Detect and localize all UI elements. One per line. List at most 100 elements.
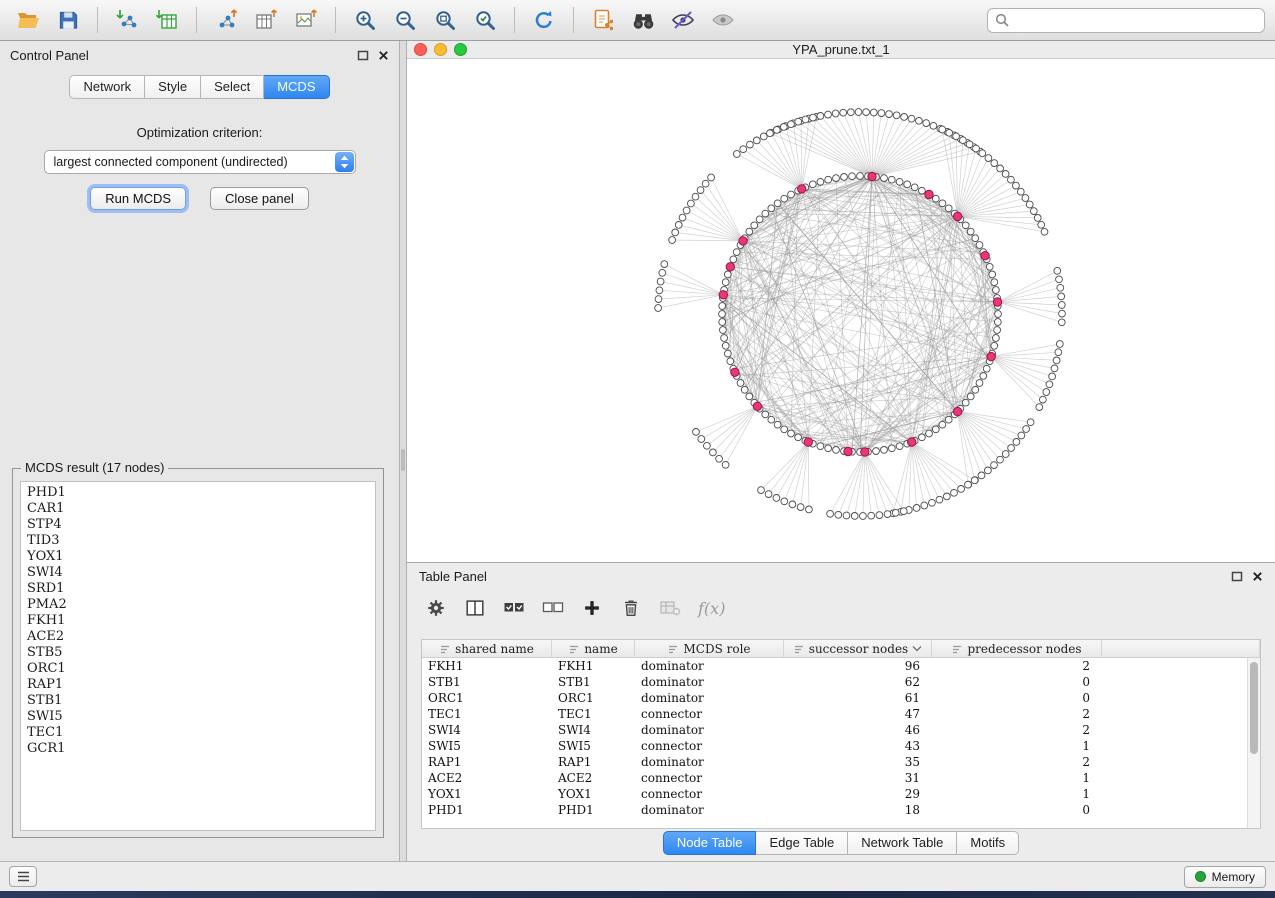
show-columns-button[interactable] (460, 593, 490, 623)
cell-successor-nodes[interactable]: 62 (784, 674, 932, 690)
cell-mcds-role[interactable]: dominator (635, 722, 784, 738)
cell-shared-name[interactable]: FKH1 (422, 658, 552, 674)
cell-mcds-role[interactable]: connector (635, 738, 784, 754)
table-scrollbar[interactable] (1247, 658, 1260, 828)
tab-edge-table[interactable]: Edge Table (756, 831, 848, 855)
zoom-out-button[interactable] (387, 4, 423, 36)
mcds-result-item[interactable]: SWI4 (27, 565, 369, 581)
tab-network-table[interactable]: Network Table (848, 831, 957, 855)
mcds-result-item[interactable]: TEC1 (27, 725, 369, 741)
cell-predecessor-nodes[interactable]: 0 (932, 674, 1102, 690)
show-all-button[interactable] (705, 4, 741, 36)
column-header-predecessor-nodes[interactable]: predecessor nodes (932, 640, 1102, 657)
mcds-result-item[interactable]: PMA2 (27, 597, 369, 613)
memory-button[interactable]: Memory (1184, 866, 1266, 888)
table-row[interactable]: PHD1 PHD1 dominator 18 0 (422, 802, 1260, 818)
mcds-result-item[interactable]: TID3 (27, 533, 369, 549)
network-canvas[interactable] (407, 59, 1275, 562)
tab-mcds[interactable]: MCDS (264, 75, 329, 99)
zoom-in-button[interactable] (347, 4, 383, 36)
tab-network[interactable]: Network (69, 75, 145, 99)
cell-successor-nodes[interactable]: 29 (784, 786, 932, 802)
delete-column-button[interactable] (616, 593, 646, 623)
window-zoom-icon[interactable] (454, 43, 467, 56)
cell-successor-nodes[interactable]: 96 (784, 658, 932, 674)
column-header-name[interactable]: name (552, 640, 635, 657)
mcds-result-item[interactable]: FKH1 (27, 613, 369, 629)
cell-successor-nodes[interactable]: 35 (784, 754, 932, 770)
mcds-result-item[interactable]: RAP1 (27, 677, 369, 693)
table-row[interactable]: YOX1 YOX1 connector 29 1 (422, 786, 1260, 802)
mcds-result-item[interactable]: ORC1 (27, 661, 369, 677)
clone-network-button[interactable] (585, 4, 621, 36)
add-column-button[interactable] (577, 593, 607, 623)
window-minimize-icon[interactable] (434, 43, 447, 56)
cell-predecessor-nodes[interactable]: 1 (932, 786, 1102, 802)
cell-shared-name[interactable]: ORC1 (422, 690, 552, 706)
cell-mcds-role[interactable]: dominator (635, 658, 784, 674)
mcds-result-item[interactable]: PHD1 (27, 485, 369, 501)
mcds-result-item[interactable]: SRD1 (27, 581, 369, 597)
export-network-button[interactable] (208, 4, 244, 36)
column-header-successor-nodes[interactable]: successor nodes (784, 640, 932, 657)
mcds-result-item[interactable]: SWI5 (27, 709, 369, 725)
cell-name[interactable]: ACE2 (552, 770, 635, 786)
cell-predecessor-nodes[interactable]: 2 (932, 706, 1102, 722)
mcds-result-item[interactable]: CAR1 (27, 501, 369, 517)
tab-style[interactable]: Style (145, 75, 201, 99)
cell-successor-nodes[interactable]: 18 (784, 802, 932, 818)
close-panel-icon[interactable] (378, 50, 389, 61)
hide-selected-button[interactable] (665, 4, 701, 36)
mcds-result-item[interactable]: STB5 (27, 645, 369, 661)
find-button[interactable] (625, 4, 661, 36)
cell-name[interactable]: TEC1 (552, 706, 635, 722)
cell-name[interactable]: RAP1 (552, 754, 635, 770)
cell-predecessor-nodes[interactable]: 2 (932, 658, 1102, 674)
deselect-all-button[interactable] (538, 593, 568, 623)
save-button[interactable] (50, 4, 86, 36)
run-mcds-button[interactable]: Run MCDS (90, 187, 186, 210)
cell-mcds-role[interactable]: connector (635, 706, 784, 722)
import-network-button[interactable] (109, 4, 145, 36)
cell-shared-name[interactable]: SWI4 (422, 722, 552, 738)
mcds-result-item[interactable]: YOX1 (27, 549, 369, 565)
search-input[interactable] (1015, 13, 1257, 27)
cell-mcds-role[interactable]: connector (635, 770, 784, 786)
cell-predecessor-nodes[interactable]: 1 (932, 738, 1102, 754)
import-table-button[interactable] (149, 4, 185, 36)
mcds-result-item[interactable]: ACE2 (27, 629, 369, 645)
network-graph[interactable] (407, 59, 1275, 562)
cell-successor-nodes[interactable]: 31 (784, 770, 932, 786)
cell-successor-nodes[interactable]: 46 (784, 722, 932, 738)
table-row[interactable]: TEC1 TEC1 connector 47 2 (422, 706, 1260, 722)
mcds-result-item[interactable]: GCR1 (27, 741, 369, 757)
cell-name[interactable]: SWI5 (552, 738, 635, 754)
cell-mcds-role[interactable]: dominator (635, 754, 784, 770)
cell-shared-name[interactable]: SWI5 (422, 738, 552, 754)
close-panel-icon[interactable] (1252, 571, 1263, 582)
cell-shared-name[interactable]: RAP1 (422, 754, 552, 770)
select-all-button[interactable] (499, 593, 529, 623)
cell-mcds-role[interactable]: dominator (635, 674, 784, 690)
cell-predecessor-nodes[interactable]: 2 (932, 722, 1102, 738)
cell-shared-name[interactable]: ACE2 (422, 770, 552, 786)
close-panel-button[interactable]: Close panel (210, 187, 309, 210)
float-panel-icon[interactable] (357, 50, 369, 61)
mcds-result-item[interactable]: STB1 (27, 693, 369, 709)
cell-mcds-role[interactable]: dominator (635, 690, 784, 706)
cell-shared-name[interactable]: YOX1 (422, 786, 552, 802)
cell-name[interactable]: PHD1 (552, 802, 635, 818)
table-settings-button[interactable] (421, 593, 451, 623)
panel-splitter[interactable] (400, 41, 407, 861)
tab-motifs[interactable]: Motifs (957, 831, 1019, 855)
export-table-button[interactable] (248, 4, 284, 36)
cell-shared-name[interactable]: STB1 (422, 674, 552, 690)
scrollbar-thumb[interactable] (1250, 662, 1258, 754)
table-row[interactable]: RAP1 RAP1 dominator 35 2 (422, 754, 1260, 770)
column-header-mcds-role[interactable]: MCDS role (635, 640, 784, 657)
float-panel-icon[interactable] (1231, 571, 1243, 582)
window-close-icon[interactable] (414, 43, 427, 56)
tab-node-table[interactable]: Node Table (663, 831, 757, 855)
status-menu-button[interactable] (9, 866, 37, 887)
table-row[interactable]: ACE2 ACE2 connector 31 1 (422, 770, 1260, 786)
